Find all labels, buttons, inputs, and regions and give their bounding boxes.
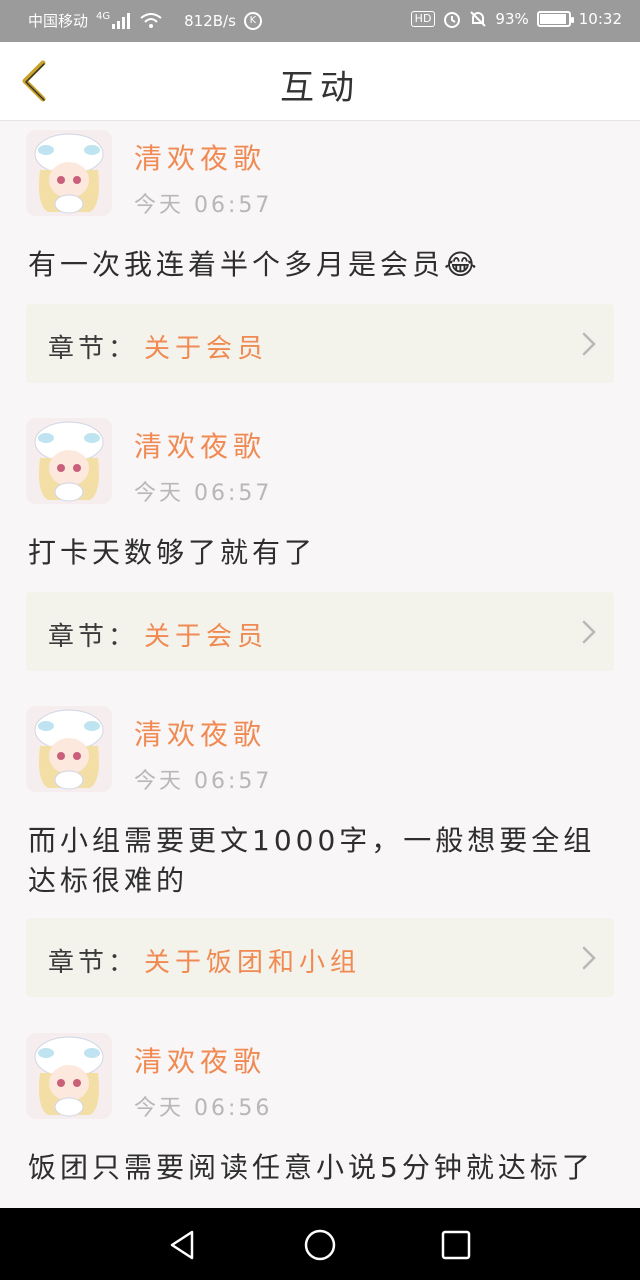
battery-icon xyxy=(536,11,574,27)
username[interactable]: 清欢夜歌 xyxy=(134,137,266,177)
status-bar: 中国移动 4G 812B/s K HD 93% 10:32 xyxy=(0,0,640,42)
avatar-image xyxy=(26,418,112,504)
username[interactable]: 清欢夜歌 xyxy=(134,713,266,753)
comment-time: 今天 06:57 xyxy=(134,193,273,218)
comment-item: 清欢夜歌 今天 06:57 而小组需要更文1000字，一般想要全组达标很难的 章… xyxy=(0,697,640,1024)
chevron-right-icon xyxy=(582,946,596,970)
chapter-link[interactable]: 章节： 关于饭团和小组 xyxy=(26,918,614,997)
battery-fill xyxy=(539,14,566,24)
avatar[interactable] xyxy=(26,418,112,504)
status-bar-right: HD 93% 10:32 xyxy=(410,10,622,28)
avatar-image xyxy=(26,130,112,216)
carrier-label: 中国移动 xyxy=(28,12,89,30)
chapter-label: 章节： xyxy=(48,948,139,978)
page-title: 互动 xyxy=(280,68,360,108)
mute-bell-icon xyxy=(470,11,487,27)
chapter-link[interactable]: 章节： 关于会员 xyxy=(26,592,614,671)
system-nav-bar xyxy=(0,1208,640,1280)
chapter-name: 关于会员 xyxy=(144,334,269,364)
chapter-label: 章节： xyxy=(48,334,139,364)
alarm-icon xyxy=(444,12,461,28)
status-bar-left: 中国移动 4G 812B/s K xyxy=(28,10,262,31)
network-speed: 812B/s xyxy=(184,11,236,30)
username[interactable]: 清欢夜歌 xyxy=(134,425,266,465)
hd-badge: HD xyxy=(410,11,436,27)
avatar[interactable] xyxy=(26,130,112,216)
avatar[interactable] xyxy=(26,706,112,792)
chapter-label: 章节： xyxy=(48,622,139,652)
comment-text: 有一次我连着半个多月是会员😂 xyxy=(28,248,481,281)
avatar-image xyxy=(26,1033,112,1119)
triangle-back-icon[interactable] xyxy=(166,1228,200,1262)
comment-text: 饭团只需要阅读任意小说5分钟就达标了 xyxy=(28,1151,594,1184)
network-type: 4G xyxy=(96,11,111,22)
comment-text: 而小组需要更文1000字，一般想要全组达标很难的 xyxy=(28,824,596,897)
comment-item: 清欢夜歌 今天 06:56 饭团只需要阅读任意小说5分钟就达标了 xyxy=(0,1024,640,1208)
circle-home-icon[interactable] xyxy=(303,1228,337,1262)
comment-item: 清欢夜歌 今天 06:57 打卡天数够了就有了 章节： 关于会员 xyxy=(0,409,640,697)
square-recent-icon[interactable] xyxy=(439,1228,473,1262)
chapter-link[interactable]: 章节： 关于会员 xyxy=(26,304,614,383)
comment-time: 今天 06:57 xyxy=(134,769,273,794)
comment-time: 今天 06:57 xyxy=(134,481,273,506)
comment-time: 今天 06:56 xyxy=(134,1096,273,1121)
signal-icon xyxy=(112,12,131,29)
nav-bar: 互动 xyxy=(0,42,640,121)
username[interactable]: 清欢夜歌 xyxy=(134,1040,266,1080)
comment-text: 打卡天数够了就有了 xyxy=(28,536,317,569)
battery-percent: 93% xyxy=(495,10,529,28)
chevron-right-icon xyxy=(582,332,596,356)
comment-list[interactable]: 清欢夜歌 今天 06:57 有一次我连着半个多月是会员😂 章节： 关于会员 清欢… xyxy=(0,121,640,1208)
avatar-image xyxy=(26,706,112,792)
chapter-name: 关于会员 xyxy=(144,622,269,652)
wifi-icon xyxy=(140,12,162,28)
app-k-icon: K xyxy=(243,11,262,30)
chevron-right-icon xyxy=(582,620,596,644)
avatar[interactable] xyxy=(26,1033,112,1119)
chapter-name: 关于饭团和小组 xyxy=(144,948,362,978)
clock: 10:32 xyxy=(578,10,622,28)
comment-item: 清欢夜歌 今天 06:57 有一次我连着半个多月是会员😂 章节： 关于会员 xyxy=(0,121,640,409)
